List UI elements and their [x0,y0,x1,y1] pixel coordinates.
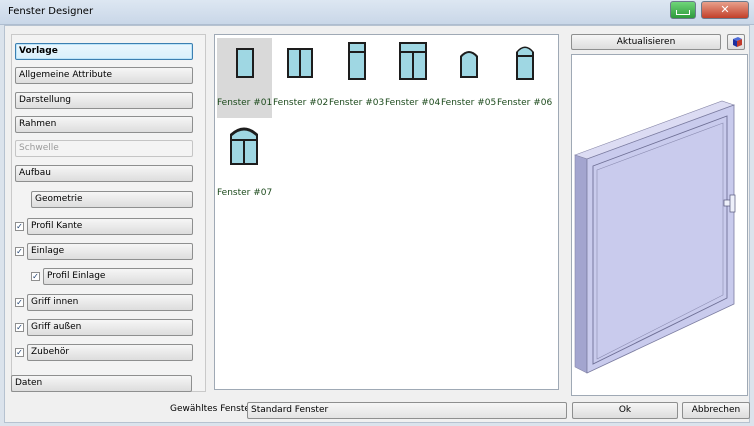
selected-window-field[interactable]: Standard Fenster [247,402,567,419]
template-item[interactable]: Fenster #02 [273,38,328,118]
preview-panel: Aktualisieren [571,34,749,396]
cube-icon [733,37,742,47]
ok-label: Ok [618,405,632,415]
sidebar-item-label: Rahmen [19,119,57,129]
check-icon: ✓ [32,272,39,281]
sidebar-item-darstellung[interactable]: Darstellung [15,92,193,109]
title-bar: Fenster Designer ✕ [0,0,754,25]
check-icon: ✓ [16,222,23,231]
check-icon: ✓ [16,247,23,256]
sidebar-item-griff-aussen[interactable]: Griff außen [27,319,193,336]
sidebar-item-aufbau[interactable]: Aufbau [15,165,193,182]
sidebar-item-label: Zubehör [31,347,70,357]
sidebar-item-label: Aufbau [19,168,51,178]
settings-sidebar: Vorlage Allgemeine Attribute Darstellung… [11,34,206,392]
footer-bar: Gewähltes Fenster Standard Fenster Ok Ab… [5,400,751,422]
view-mode-button[interactable] [727,34,745,50]
sidebar-item-schwelle: Schwelle [15,140,193,157]
sidebar-item-allgemeine-attribute[interactable]: Allgemeine Attribute [15,67,193,84]
close-button[interactable]: ✕ [701,1,749,19]
template-label: Fenster #02 [273,98,329,108]
daten-label: Daten [15,378,43,388]
sidebar-item-label: Schwelle [19,143,59,153]
window-single-icon [236,48,254,78]
sidebar-item-einlage[interactable]: Einlage [27,243,193,260]
griff-innen-checkbox[interactable]: ✓ [15,298,24,307]
template-label: Fenster #01 [217,98,273,108]
check-icon: ✓ [16,298,23,307]
sidebar-item-label: Vorlage [19,46,58,56]
template-label: Fenster #06 [497,98,553,108]
sidebar-item-label: Geometrie [35,194,83,204]
profil-einlage-checkbox[interactable]: ✓ [31,272,40,281]
sidebar-item-profil-einlage[interactable]: Profil Einlage [43,268,193,285]
template-label: Fenster #05 [441,98,497,108]
selected-window-label: Gewähltes Fenster [170,404,254,414]
template-item[interactable]: Fenster #05 [441,38,496,118]
window-arch-transom-icon [516,46,534,80]
dialog-client: Vorlage Allgemeine Attribute Darstellung… [4,25,750,423]
daten-button[interactable]: Daten [11,375,192,392]
template-label: Fenster #07 [217,188,273,198]
sidebar-item-label: Griff innen [31,297,79,307]
template-item[interactable]: Fenster #03 [329,38,384,118]
zubehoer-checkbox[interactable]: ✓ [15,348,24,357]
selected-window-value: Standard Fenster [251,405,329,415]
sidebar-item-vorlage[interactable]: Vorlage [15,43,193,60]
template-item[interactable]: Fenster #06 [497,38,552,118]
minimize-button[interactable] [670,1,696,19]
template-item[interactable]: Fenster #04 [385,38,440,118]
sidebar-item-label: Darstellung [19,95,72,105]
ok-button[interactable]: Ok [572,402,678,419]
cancel-button[interactable]: Abbrechen [682,402,750,419]
template-label: Fenster #04 [385,98,441,108]
profil-kante-checkbox[interactable]: ✓ [15,222,24,231]
window-double-icon [287,48,313,78]
window-arch-icon [460,51,478,78]
sidebar-item-label: Profil Kante [31,221,83,231]
sidebar-item-label: Allgemeine Attribute [19,70,113,80]
sidebar-item-zubehoer[interactable]: Zubehör [27,344,193,361]
sidebar-item-rahmen[interactable]: Rahmen [15,116,193,133]
check-icon: ✓ [16,348,23,357]
sidebar-item-profil-kante[interactable]: Profil Kante [27,218,193,235]
window-transom-double-icon [399,42,427,80]
sidebar-item-griff-innen[interactable]: Griff innen [27,294,193,311]
griff-aussen-checkbox[interactable]: ✓ [15,323,24,332]
sidebar-item-label: Profil Einlage [47,271,106,281]
aktualisieren-label: Aktualisieren [616,37,676,47]
close-icon: ✕ [720,3,730,16]
template-label: Fenster #03 [329,98,385,108]
sidebar-item-label: Griff außen [31,322,82,332]
aktualisieren-button[interactable]: Aktualisieren [571,34,721,50]
window-arch-double-icon [230,127,258,165]
window-title: Fenster Designer [8,6,94,17]
window-3d-model [574,100,736,374]
sidebar-item-geometrie[interactable]: Geometrie [31,191,193,208]
template-item[interactable]: Fenster #01 [217,38,272,118]
cancel-label: Abbrechen [691,405,741,415]
einlage-checkbox[interactable]: ✓ [15,247,24,256]
window-3d-preview[interactable] [571,54,748,396]
window-transom-icon [348,42,366,80]
minimize-icon [676,10,690,15]
sidebar-item-label: Einlage [31,246,65,256]
template-grid: Fenster #01 Fenster #02 Fenster #03 Fens… [214,34,559,390]
check-icon: ✓ [16,323,23,332]
template-item[interactable]: Fenster #07 [217,119,272,199]
